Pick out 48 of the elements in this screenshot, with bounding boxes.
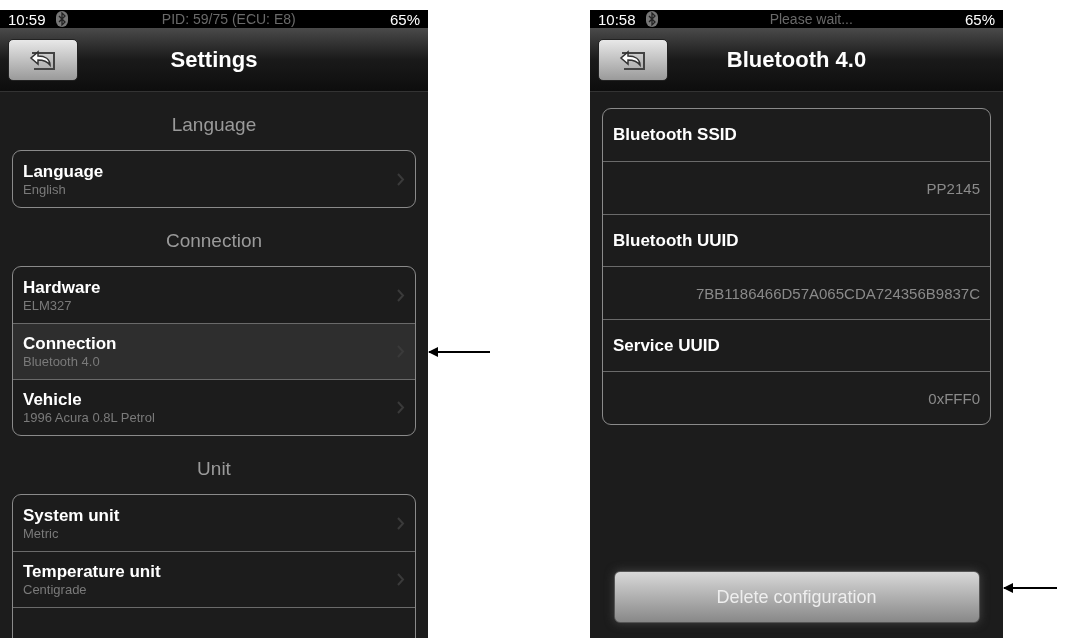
settings-row[interactable]: Vehicle 1996 Acura 0.8L Petrol [13, 379, 415, 435]
section-header: Language [170, 113, 258, 137]
back-button[interactable] [8, 38, 78, 81]
back-icon [618, 48, 648, 71]
chevron-icon [397, 516, 405, 530]
settings-row[interactable]: Connection Bluetooth 4.0 [13, 323, 415, 379]
settings-row[interactable]: Hardware ELM327 [13, 267, 415, 323]
section-header: Connection [164, 229, 264, 253]
battery-level: 65% [964, 10, 995, 28]
status-time: 10:58 [598, 10, 636, 28]
status-time: 10:59 [8, 10, 46, 28]
back-icon [28, 48, 58, 71]
battery-level: 65% [389, 10, 420, 28]
row-value: Metric [23, 525, 60, 541]
field-label: Service UUID [613, 335, 720, 356]
arrow-icon [428, 346, 490, 358]
status-message: PID: 59/75 (ECU: E8) [160, 11, 297, 27]
bluetooth-icon [55, 11, 68, 27]
field-label: Bluetooth SSID [613, 125, 737, 145]
chevron-icon [397, 573, 405, 586]
row-value: 1996 Acura 0.8L Petrol [23, 410, 156, 425]
row-value: ELM327 [23, 297, 73, 313]
settings-row[interactable]: Language English [13, 151, 415, 207]
field-value: 0xFFF0 [927, 389, 980, 407]
row-value: Centigrade [23, 582, 88, 597]
chevron-icon [397, 401, 405, 414]
field-label: Bluetooth UUID [613, 230, 739, 251]
arrow-icon [1003, 582, 1057, 594]
chevron-icon [397, 288, 405, 302]
settings-row[interactable]: System unit Metric [13, 495, 415, 551]
row-label: Vehicle [23, 390, 83, 410]
screen-title: Bluetooth 4.0 [725, 46, 868, 73]
row-value: Bluetooth 4.0 [23, 354, 101, 369]
back-button[interactable] [598, 38, 668, 81]
chevron-icon [397, 172, 405, 186]
row-label: Temperature unit [23, 562, 162, 582]
row-label: Language [23, 161, 105, 182]
status-message: Please wait... [768, 11, 854, 27]
row-value: English [23, 181, 67, 197]
row-label: System unit [23, 505, 121, 526]
field-value: 7BB1186466D57A065CDA724356B9837C [694, 284, 980, 302]
row-label: Connection [23, 334, 118, 354]
row-label: Hardware [23, 277, 102, 298]
bluetooth-icon [645, 11, 658, 27]
settings-row[interactable]: Temperature unit Centigrade [13, 551, 415, 607]
screen-title: Settings [169, 46, 259, 73]
section-header: Unit [196, 457, 232, 481]
field-value: PP2145 [925, 179, 980, 197]
